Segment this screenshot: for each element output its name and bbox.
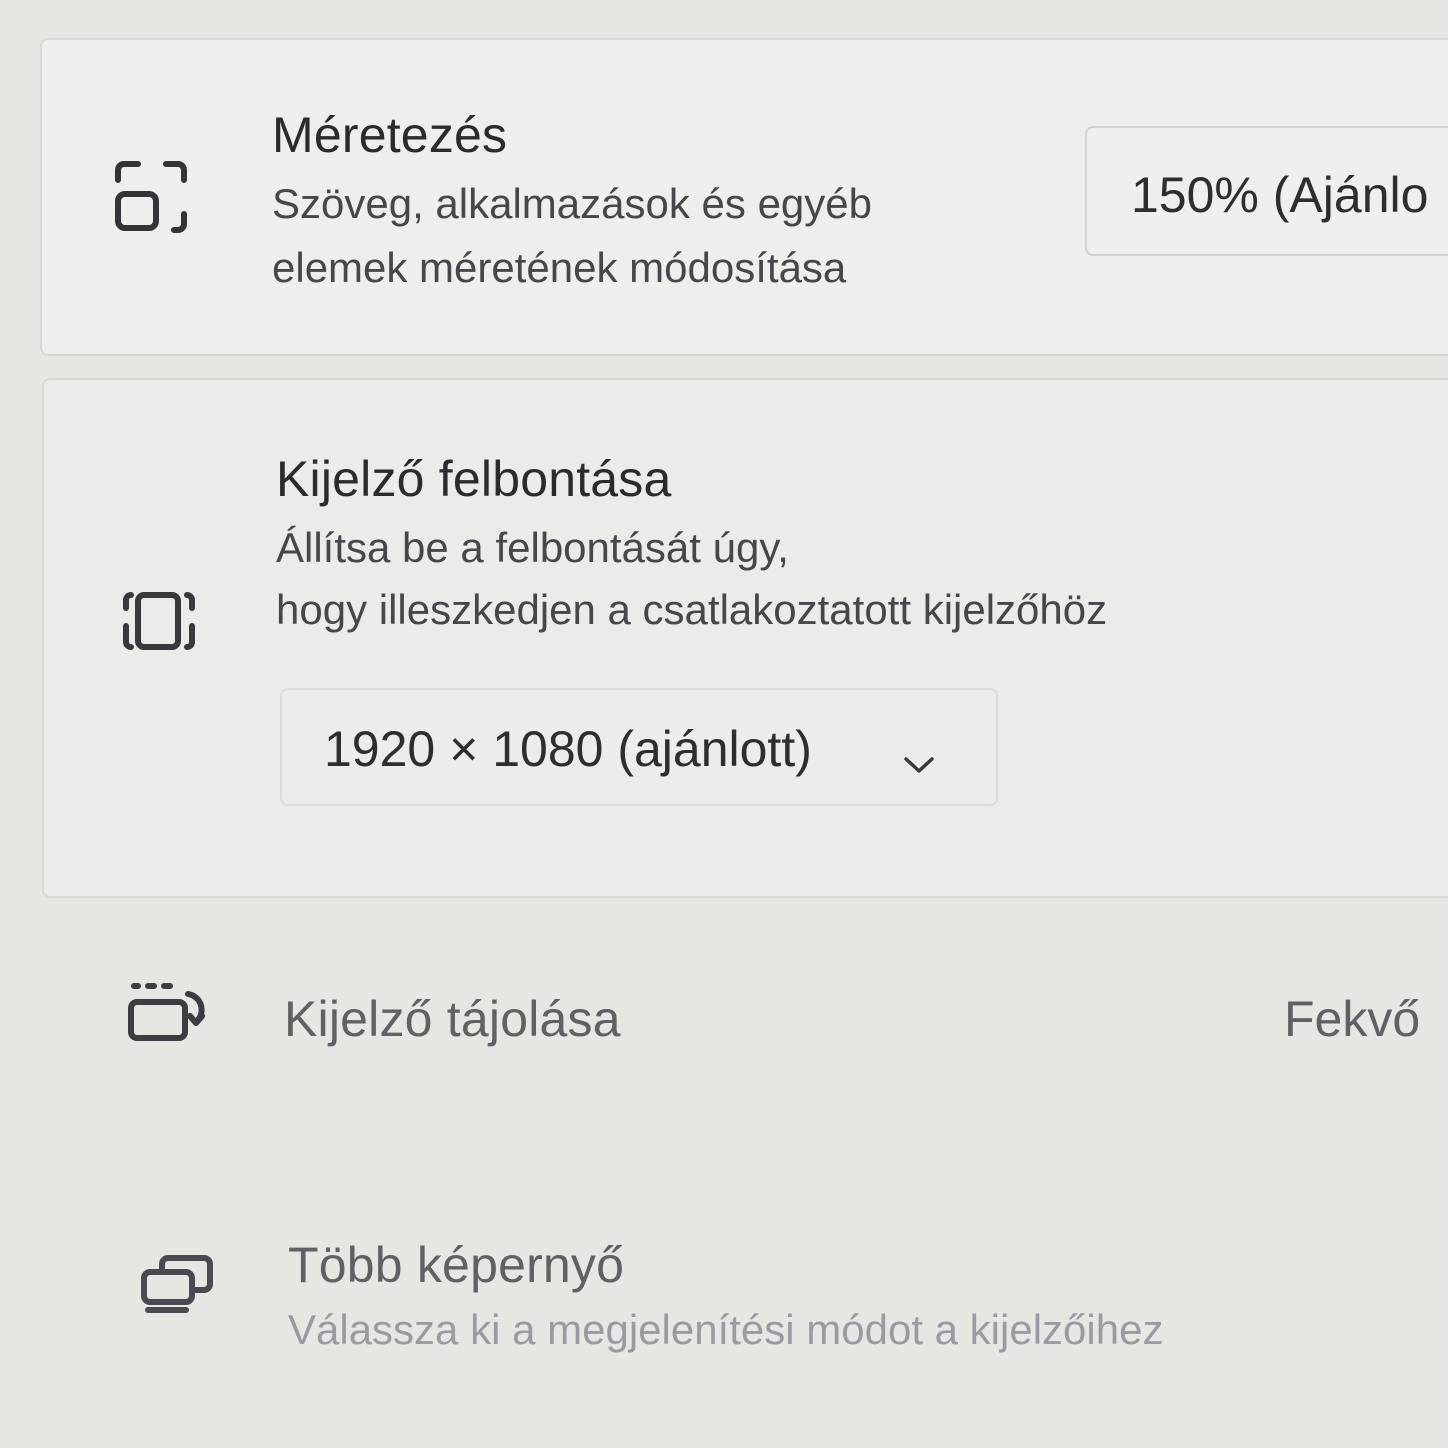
orientation-icon	[126, 980, 212, 1044]
orientation-value[interactable]: Fekvő	[1284, 990, 1420, 1048]
scale-description-line2: elemek méretének módosítása	[272, 244, 847, 291]
scale-title: Méretezés	[272, 107, 508, 163]
scale-icon	[112, 158, 192, 238]
resolution-title: Kijelző felbontása	[276, 451, 672, 507]
resolution-dropdown-value: 1920 × 1080 (ajánlott)	[324, 721, 812, 777]
multiple-displays-title: Több képernyő	[288, 1237, 625, 1293]
resolution-dropdown[interactable]: 1920 × 1080 (ajánlott)	[280, 688, 998, 806]
multiple-displays-icon	[138, 1254, 218, 1314]
orientation-title: Kijelző tájolása	[284, 991, 621, 1047]
resolution-description-line2: hogy illeszkedjen a csatlakoztatott kije…	[276, 586, 1108, 633]
orientation-row[interactable]: Kijelző tájolása Fekvő	[42, 950, 1448, 1090]
scale-description-line1: Szöveg, alkalmazások és egyéb	[272, 180, 872, 227]
scale-dropdown-value: 150% (Ajánlo	[1131, 167, 1429, 223]
scale-dropdown[interactable]: 150% (Ajánlo	[1085, 126, 1448, 256]
multiple-displays-row[interactable]: Több képernyő Válassza ki a megjelenítés…	[42, 1220, 1448, 1380]
resolution-description-line1: Állítsa be a felbontását úgy,	[276, 524, 789, 571]
resolution-icon	[118, 590, 200, 654]
chevron-down-icon	[902, 730, 936, 788]
multiple-displays-description: Válassza ki a megjelenítési módot a kije…	[288, 1306, 1164, 1353]
